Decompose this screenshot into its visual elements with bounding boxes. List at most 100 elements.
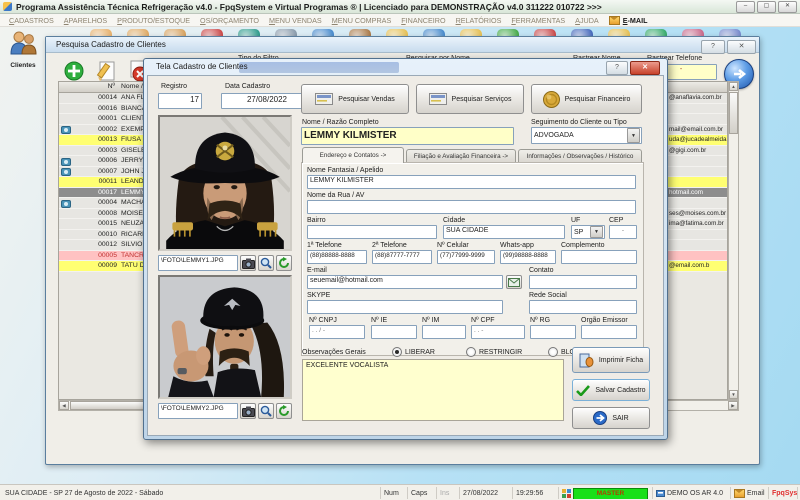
photo2-path-field[interactable]: \FOTO\LEMMY2.JPG <box>158 403 238 419</box>
im-field[interactable] <box>422 325 466 339</box>
clients-window-titlebar[interactable]: Pesquisa Cadastro de Clientes <box>46 37 759 53</box>
window-help-icon[interactable]: ? <box>701 40 725 54</box>
pesquisar-servicos-button[interactable]: Pesquisar Serviços <box>416 84 524 114</box>
email-field[interactable]: seuemail@hotmail.com <box>307 275 503 289</box>
imprimir-ficha-button[interactable]: Imprimir Ficha <box>572 347 650 373</box>
minimize-icon[interactable]: – <box>736 1 755 13</box>
sair-button[interactable]: SAIR <box>572 407 650 429</box>
scroll-left-icon[interactable]: ◀ <box>59 401 69 410</box>
menu-ajuda[interactable]: AJUDA <box>570 16 604 25</box>
tel1-label: 1ª Telefone <box>307 242 342 249</box>
tab-informacoes[interactable]: Informações / Observações / Histórico <box>518 149 642 163</box>
fantasia-label: Nome Fantasia / Apelido <box>307 167 383 174</box>
tel1-field[interactable]: (88)88888-8888 <box>307 250 367 264</box>
pesquisar-financeiro-button[interactable]: Pesquisar Financeiro <box>531 84 642 114</box>
complemento-field[interactable] <box>561 250 637 264</box>
tab-filiacao[interactable]: Filiação e Avaliação Financeira -> <box>406 149 516 163</box>
orgao-emissor-field[interactable] <box>581 325 637 339</box>
cnpj-field[interactable]: . . / - <box>309 325 365 339</box>
nome-razao-field[interactable]: LEMMY KILMISTER <box>301 127 514 145</box>
menu-produto-estoque[interactable]: PRODUTO/ESTOQUE <box>112 16 195 25</box>
menu-financeiro[interactable]: FINANCEIRO <box>396 16 450 25</box>
statusbar: SUA CIDADE - SP 27 de Agosto de 2022 - S… <box>0 484 800 500</box>
registro-field[interactable]: 17 <box>158 93 202 109</box>
data-cadastro-field[interactable]: 27/08/2022 <box>221 93 313 109</box>
photo1-camera-button[interactable] <box>240 255 256 271</box>
rede-social-label: Rede Social <box>529 292 567 299</box>
menu-ferramentas[interactable]: FERRAMENTAS <box>506 16 570 25</box>
glass-reflection <box>239 62 399 73</box>
scroll-up-icon[interactable]: ▲ <box>729 82 738 91</box>
dialog-help-icon[interactable]: ? <box>606 61 628 75</box>
celular-field[interactable]: (77)77999-9999 <box>437 250 495 264</box>
print-icon <box>579 353 594 368</box>
whatsapp-field[interactable]: (99)98888-8888 <box>500 250 556 264</box>
status-ins: Ins <box>436 487 457 499</box>
scroll-right-icon[interactable]: ▶ <box>728 401 738 410</box>
edit-pencil-icon <box>95 60 117 82</box>
radio-icon <box>466 347 476 357</box>
uf-select[interactable]: SP ▼ <box>571 225 605 239</box>
col-number-header[interactable]: Nº <box>85 83 115 90</box>
send-email-button[interactable] <box>506 275 522 289</box>
window-controls: – ▢ ✕ <box>736 1 800 13</box>
rg-field[interactable] <box>530 325 576 339</box>
shortcut-clientes[interactable]: Clientes <box>2 30 44 80</box>
photo2-camera-button[interactable] <box>240 403 256 419</box>
status-date: 27/08/2022 <box>459 487 510 499</box>
scroll-down-icon[interactable]: ▼ <box>729 390 738 399</box>
rua-field[interactable] <box>307 200 636 214</box>
tel2-field[interactable]: (88)87777-7777 <box>372 250 432 264</box>
cidade-field[interactable]: SUA CIDADE <box>443 225 565 239</box>
skype-field[interactable] <box>307 300 503 314</box>
edit-client-button[interactable] <box>93 59 119 83</box>
photo1-zoom-button[interactable] <box>258 255 274 271</box>
vscroll-thumb[interactable] <box>729 92 738 134</box>
menu-aparelhos[interactable]: APARELHOS <box>59 16 112 25</box>
photo2-zoom-button[interactable] <box>258 403 274 419</box>
window-close-icon[interactable]: ✕ <box>727 40 756 54</box>
close-icon[interactable]: ✕ <box>778 1 797 13</box>
row-email: @email.com.b <box>669 262 728 269</box>
fantasia-field[interactable]: LEMMY KILMISTER <box>307 175 636 189</box>
status-email[interactable]: Email <box>730 487 766 499</box>
vertical-scrollbar[interactable]: ▲ ▼ <box>728 81 739 400</box>
pesquisar-financeiro-label: Pesquisar Financeiro <box>565 96 631 103</box>
rede-social-field[interactable] <box>529 300 637 314</box>
photo2-load-button[interactable] <box>276 403 292 419</box>
tab-endereco[interactable]: Endereço e Contatos -> <box>302 147 404 163</box>
menu-menu-vendas[interactable]: MENU VENDAS <box>264 16 327 25</box>
chevron-down-icon[interactable]: ▼ <box>590 226 603 238</box>
chevron-down-icon[interactable]: ▼ <box>627 128 640 143</box>
cep-field[interactable]: - <box>609 225 637 239</box>
photo1-load-button[interactable] <box>276 255 292 271</box>
salvar-cadastro-button[interactable]: Salvar Cadastro <box>572 379 650 401</box>
seguimento-value: ADVOGADA <box>534 132 574 139</box>
uf-label: UF <box>571 217 580 224</box>
photo1-path-field[interactable]: \FOTO\LEMMY1.JPG <box>158 255 238 271</box>
menu-menu-compras[interactable]: MENU COMPRAS <box>327 16 397 25</box>
menu-os-or-amento[interactable]: OS/ORÇAMENTO <box>195 16 264 25</box>
bairro-field[interactable] <box>307 225 437 239</box>
pesquisar-vendas-button[interactable]: Pesquisar Vendas <box>301 84 409 114</box>
row-number: 00008 <box>85 210 117 217</box>
registro-label: Registro <box>161 83 187 90</box>
row-number: 00011 <box>85 178 117 185</box>
add-client-button[interactable] <box>61 59 87 83</box>
radio-restringir[interactable]: RESTRINGIR <box>466 347 522 357</box>
app-title: Programa Assistência Técnica Refrigeraçã… <box>16 2 602 12</box>
menu-relat-rios[interactable]: RELATÓRIOS <box>451 16 507 25</box>
celular-label: Nº Celular <box>437 242 469 249</box>
cpf-field[interactable]: . . - <box>471 325 525 339</box>
observacoes-textarea[interactable]: EXCELENTE VOCALISTA <box>302 359 564 421</box>
dialog-close-icon[interactable]: ✕ <box>630 61 660 75</box>
ie-field[interactable] <box>371 325 417 339</box>
cpf-label: Nº CPF <box>471 317 495 324</box>
seguimento-select[interactable]: ADVOGADA ▼ <box>531 127 642 144</box>
maximize-icon[interactable]: ▢ <box>757 1 776 13</box>
menu-e-mail[interactable]: E-MAIL <box>604 16 653 25</box>
radio-liberar[interactable]: LIBERAR <box>392 347 435 357</box>
status-location: SUA CIDADE - SP 27 de Agosto de 2022 - S… <box>2 487 378 499</box>
contato-field[interactable] <box>529 275 637 289</box>
menu-cadastros[interactable]: CADASTROS <box>4 16 59 25</box>
